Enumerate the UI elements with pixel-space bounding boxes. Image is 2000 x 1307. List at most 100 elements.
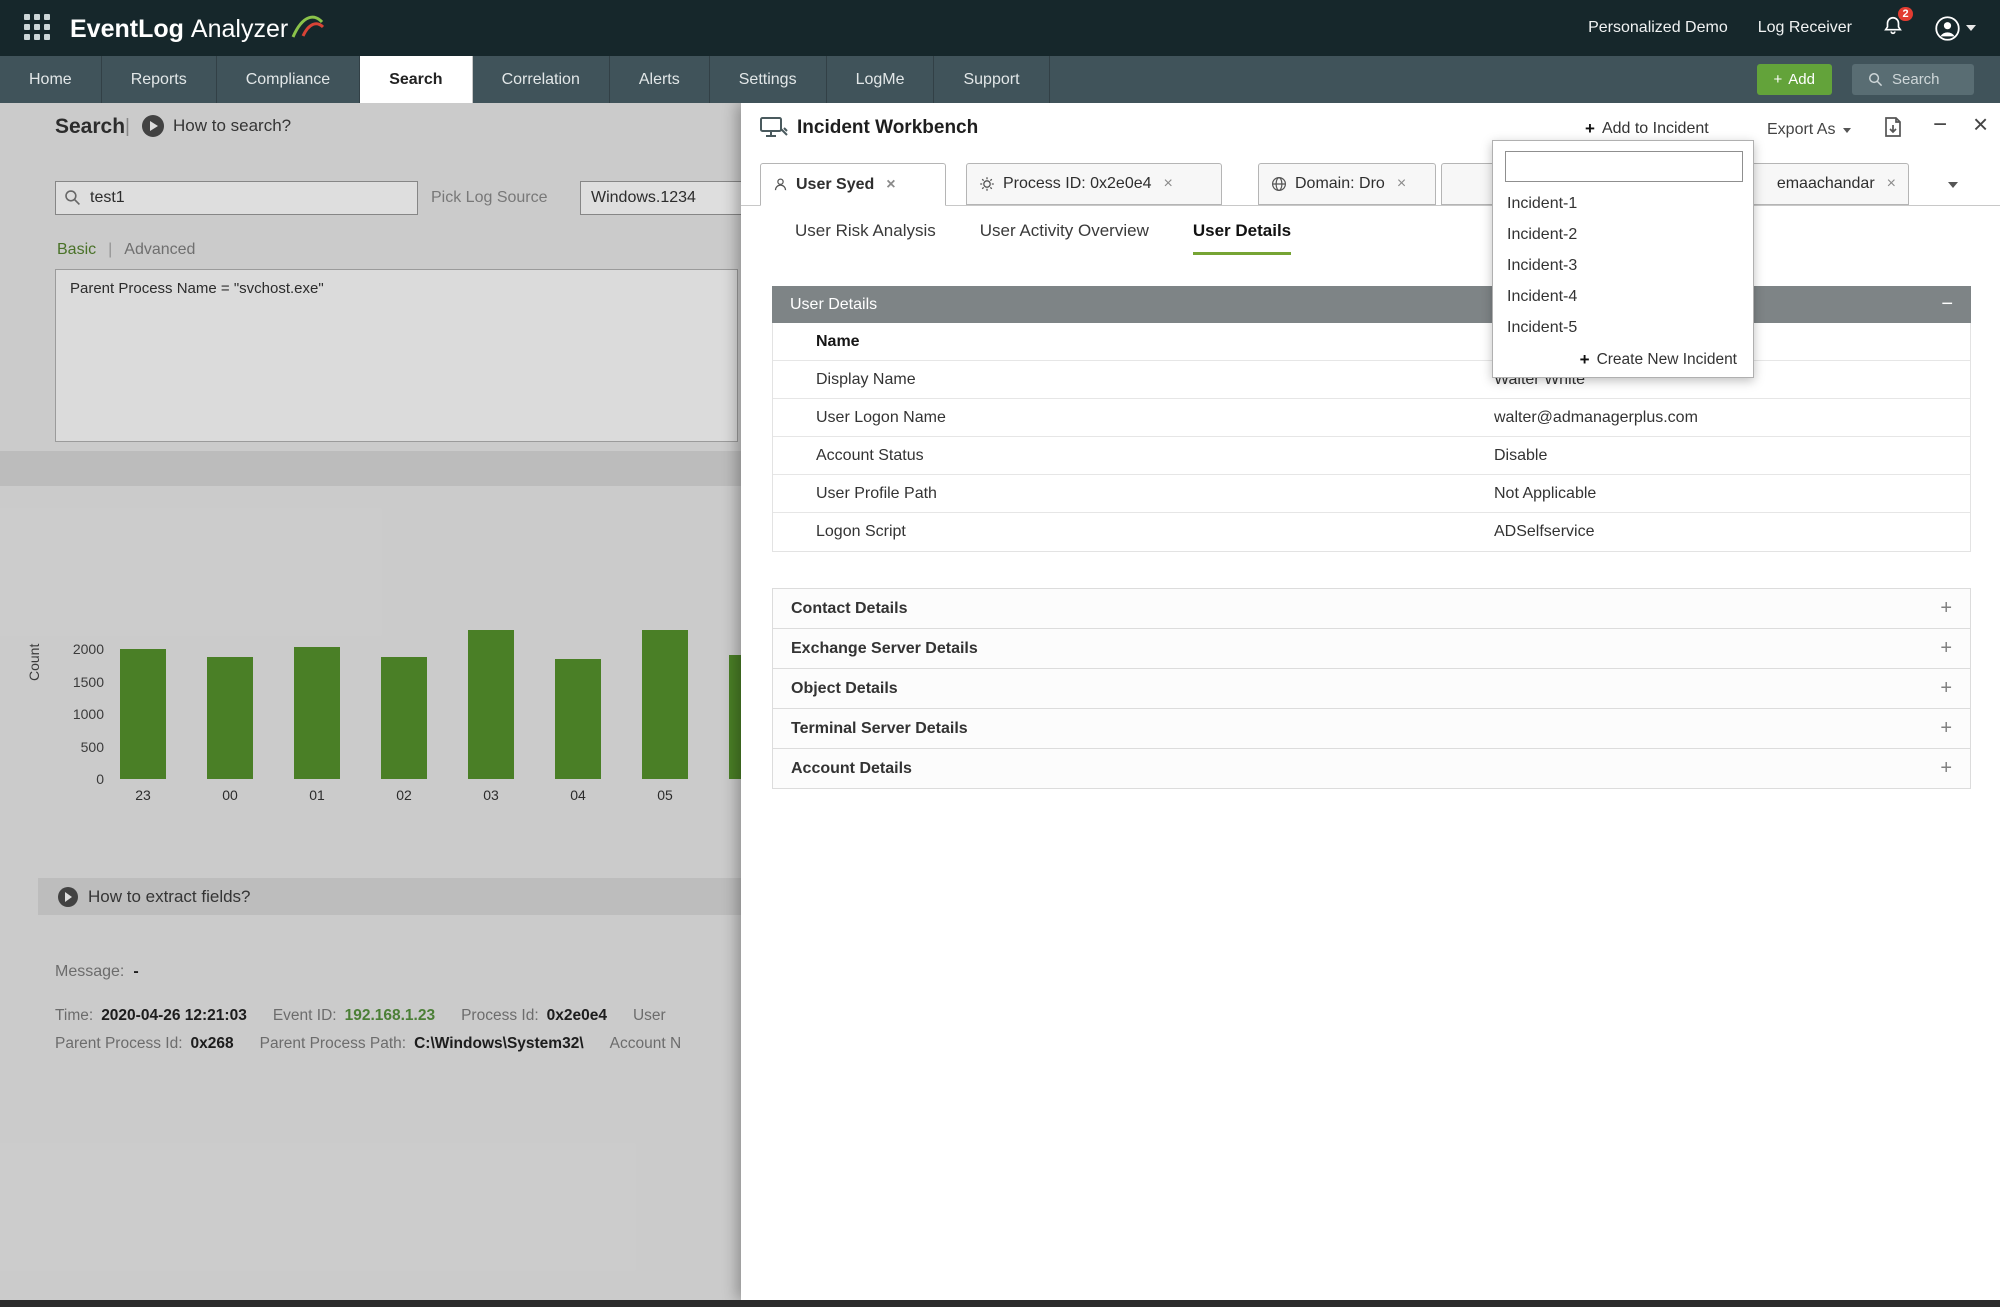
table-row: Display Name Walter White [773,361,1970,399]
logo-swoosh-icon [291,15,325,38]
nav-item-support[interactable]: Support [934,56,1050,103]
user-details-panel-header[interactable]: User Details − [772,286,1971,323]
export-report-icon[interactable] [1881,115,1905,139]
row-value: ADSelfservice [1494,523,1595,540]
export-as-button[interactable]: Export As [1767,121,1852,139]
row-label: User Profile Path [816,484,937,502]
plus-icon: + [1773,71,1783,88]
section-contact-details[interactable]: Contact Details + [772,588,1971,629]
avatar-icon [1935,15,1960,41]
collapse-icon[interactable]: − [1941,293,1953,316]
table-row: User Logon Name walter@admanagerplus.com [773,399,1970,437]
close-icon[interactable]: × [1973,109,1988,140]
user-icon [774,178,787,191]
chevron-down-icon [1948,182,1958,188]
apps-grid-icon[interactable] [24,14,52,42]
modal-title: Incident Workbench [797,117,979,138]
table-row: Name [773,323,1970,361]
expand-icon[interactable]: + [1940,597,1952,620]
section-exchange-server-details[interactable]: Exchange Server Details + [772,628,1971,669]
expand-icon[interactable]: + [1940,717,1952,740]
nav-item-alerts[interactable]: Alerts [610,56,710,103]
row-label: Account Status [816,446,924,464]
section-label: Contact Details [791,599,908,617]
panel-title: User Details [790,295,878,313]
tab-close-icon[interactable]: × [1887,175,1896,193]
global-search-box[interactable]: Search [1852,64,1974,95]
table-row: Logon Script ADSelfservice [773,513,1970,551]
row-value: Not Applicable [1494,484,1597,502]
subtab-user-details[interactable]: User Details [1192,221,1292,255]
tab-process-id[interactable]: Process ID: 0x2e0e4 × [966,163,1222,205]
nav-item-logme[interactable]: LogMe [827,56,935,103]
nav-item-reports[interactable]: Reports [102,56,217,103]
notification-badge: 2 [1898,6,1913,21]
row-label: Name [816,332,860,350]
add-to-incident-button[interactable]: + Add to Incident [1585,119,1709,139]
section-terminal-server-details[interactable]: Terminal Server Details + [772,708,1971,749]
incident-option-3[interactable]: Incident-3 [1493,250,1753,281]
tab-label: User Syed [796,175,875,193]
log-receiver-link[interactable]: Log Receiver [1758,19,1852,37]
expand-icon[interactable]: + [1940,637,1952,660]
add-to-incident-label: Add to Incident [1601,120,1709,137]
add-button[interactable]: + Add [1756,64,1832,95]
avatar-caret-icon [1966,25,1976,31]
export-as-label: Export As [1767,121,1836,138]
user-details-panel: User Details − Name Display Name Walter … [772,286,1971,552]
gear-icon [980,177,994,191]
row-label: User Logon Name [816,408,946,426]
row-value: walter@admanagerplus.com [1494,408,1698,426]
workbench-icon [760,117,788,137]
incident-option-5[interactable]: Incident-5 [1493,312,1753,343]
tab-label: emaachandar [1776,175,1875,192]
app-logo: EventLog Analyzer [70,12,325,44]
subtab-user-activity-overview[interactable]: User Activity Overview [980,221,1149,255]
incident-search-input[interactable] [1505,151,1743,182]
section-label: Exchange Server Details [791,639,978,657]
section-label: Object Details [791,679,898,697]
nav-item-correlation[interactable]: Correlation [473,56,610,103]
tab-close-icon[interactable]: × [1397,175,1406,193]
section-account-details[interactable]: Account Details + [772,748,1971,789]
expand-icon[interactable]: + [1940,677,1952,700]
nav-item-settings[interactable]: Settings [710,56,827,103]
table-row: User Profile Path Not Applicable [773,475,1970,513]
incident-workbench-modal: Incident Workbench + Add to Incident Exp… [741,103,2000,1300]
incident-option-4[interactable]: Incident-4 [1493,281,1753,312]
section-label: Terminal Server Details [791,719,968,737]
create-new-incident-label: Create New Incident [1596,351,1737,368]
tab-close-icon[interactable]: × [1164,175,1173,193]
add-button-label: Add [1788,71,1815,88]
incident-dropdown: Incident-1 Incident-2 Incident-3 Inciden… [1492,140,1754,378]
minimize-button[interactable]: − [1933,111,1947,139]
detail-subtabs: User Risk Analysis User Activity Overvie… [795,221,1292,255]
tab-user-syed[interactable]: User Syed × [760,163,946,206]
tab-label: Domain: Dro [1295,175,1385,192]
globe-icon [1272,177,1286,191]
chevron-down-icon [1843,127,1852,133]
tab-close-icon[interactable]: × [886,176,895,194]
tab-overflow-button[interactable] [1948,175,1958,193]
search-icon [1869,73,1883,87]
nav-item-compliance[interactable]: Compliance [217,56,361,103]
incident-option-1[interactable]: Incident-1 [1493,188,1753,219]
plus-icon: + [1579,350,1590,369]
main-nav: Home Reports Compliance Search Correlati… [0,56,2000,103]
nav-item-search[interactable]: Search [360,56,473,103]
notifications-bell-icon[interactable]: 2 [1882,6,1913,42]
section-object-details[interactable]: Object Details + [772,668,1971,709]
create-new-incident-button[interactable]: + Create New Incident [1493,343,1753,377]
user-avatar[interactable] [1934,15,1976,42]
personalized-demo-link[interactable]: Personalized Demo [1588,19,1728,37]
tab-domain[interactable]: Domain: Dro × [1258,163,1436,205]
row-label: Display Name [816,370,916,388]
expand-icon[interactable]: + [1940,757,1952,780]
subtab-user-risk-analysis[interactable]: User Risk Analysis [795,221,936,255]
incident-option-2[interactable]: Incident-2 [1493,219,1753,250]
nav-item-home[interactable]: Home [0,56,102,103]
table-row: Account Status Disable [773,437,1970,475]
row-value: Disable [1494,446,1548,464]
tab-label: Process ID: 0x2e0e4 [1003,175,1152,192]
window-bottom-edge [0,1300,2000,1307]
